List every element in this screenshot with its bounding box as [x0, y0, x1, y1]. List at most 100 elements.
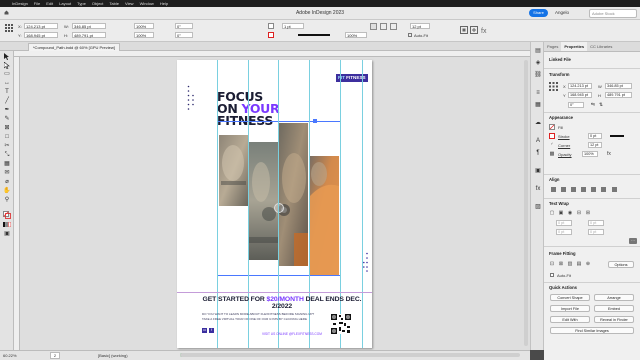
opacity-input[interactable]: 100%	[582, 151, 598, 157]
layers-panel-icon[interactable]: ◈	[534, 60, 542, 67]
flip-vertical-icon[interactable]: ⇅	[598, 102, 604, 108]
center-content-icon[interactable]: ⊕	[585, 261, 591, 267]
menu-app[interactable]: InDesign	[12, 1, 28, 6]
fill-proportionally-icon[interactable]: ▥	[567, 261, 573, 267]
stroke-label[interactable]: Stroke	[558, 134, 570, 139]
autofit-panel-checkbox[interactable]	[550, 273, 554, 277]
find-similar-images-button[interactable]: Find Similar Images	[550, 327, 634, 334]
pasteboard[interactable]: FOCUS ON YOUR FITNESS FIT FITNESS GET ST…	[20, 57, 530, 350]
menu-edit[interactable]: Edit	[46, 1, 53, 6]
view-style[interactable]: [Basic] (working)	[98, 353, 128, 358]
stroke-type-preview[interactable]	[298, 34, 330, 36]
stroke-swatch[interactable]	[268, 32, 274, 38]
body-copy-line-2[interactable]: TAKE A FREE VIRTUAL TOUR OF ONE OF OUR G…	[202, 317, 307, 321]
panel-h-field[interactable]: 489.791 pt	[605, 92, 632, 98]
frame-fit-icon[interactable]	[470, 26, 478, 34]
align-top-icon[interactable]	[581, 187, 586, 192]
wrap-next-column-icon[interactable]: ⊞	[585, 210, 591, 216]
pen-tool-icon[interactable]: ✒	[3, 107, 11, 114]
h-field[interactable]: 489.791 pt	[72, 32, 106, 38]
reference-point-icon[interactable]	[4, 23, 14, 33]
tab-properties[interactable]: Properties	[561, 42, 588, 51]
type-tool-icon[interactable]: T	[3, 89, 11, 96]
panel-w-field[interactable]: 346.85 pt	[605, 83, 632, 89]
direct-selection-tool-icon[interactable]	[3, 61, 11, 70]
zoom-field[interactable]: 100%	[345, 32, 367, 38]
frame-options-button[interactable]: Options	[608, 261, 634, 268]
y-field[interactable]: 168.945 pt	[24, 32, 58, 38]
stroke-swatch-icon[interactable]	[549, 133, 555, 139]
share-button[interactable]: Share	[529, 9, 548, 17]
selection-handle[interactable]	[313, 119, 317, 123]
scissors-tool-icon[interactable]: ✂	[3, 143, 11, 150]
pencil-tool-icon[interactable]: ✎	[3, 116, 11, 123]
corner-icon[interactable]: ◜	[549, 142, 555, 148]
facebook-icon[interactable]: f	[209, 328, 214, 333]
stock-search-input[interactable]: Adobe Stock	[589, 9, 637, 18]
page-tool-icon[interactable]: ▭	[3, 71, 11, 78]
wrap-bounding-icon[interactable]: ▣	[558, 210, 564, 216]
menu-object[interactable]: Object	[92, 1, 104, 6]
apply-color-icon[interactable]	[3, 221, 12, 228]
eyedropper-tool-icon[interactable]: ⌀	[3, 179, 11, 186]
cc-libraries-icon[interactable]: ☁	[534, 120, 542, 127]
scale-x-field[interactable]: 100%	[134, 23, 154, 29]
tab-pages[interactable]: Pages	[544, 42, 561, 51]
fill-swatch[interactable]	[268, 23, 274, 29]
rectangle-tool-icon[interactable]: □	[3, 134, 11, 141]
gradient-tool-icon[interactable]: ▦	[3, 161, 11, 168]
stroke-weight-input[interactable]: 0 pt	[588, 133, 602, 139]
selection-frame[interactable]	[217, 121, 341, 276]
zoom-level[interactable]: 60.22%	[3, 353, 17, 358]
fill-swatch-icon[interactable]	[549, 124, 555, 130]
corner-radius-input[interactable]: 12 pt	[588, 142, 602, 148]
scale-y-field[interactable]: 100%	[134, 32, 154, 38]
links-panel-icon[interactable]: ⛓	[534, 72, 542, 79]
align-center-icon[interactable]	[380, 23, 387, 30]
menu-window[interactable]: Window	[140, 1, 154, 6]
align-top-icon[interactable]	[370, 23, 377, 30]
paragraph-panel-icon[interactable]: ¶	[534, 150, 542, 157]
x-field[interactable]: 124.213 pt	[24, 23, 58, 29]
vertical-scrollbar[interactable]	[524, 60, 528, 346]
align-vcenter-icon[interactable]	[591, 187, 596, 192]
menu-file[interactable]: File	[34, 1, 40, 6]
w-field[interactable]: 346.85 pt	[72, 23, 106, 29]
effects-panel-icon[interactable]: fx	[534, 186, 542, 193]
user-menu[interactable]: Angelo	[555, 10, 569, 15]
free-transform-tool-icon[interactable]: ⤡	[3, 152, 11, 159]
body-copy-line-1[interactable]: DO YOU WANT TO LEARN MORE ABOUT FLEXFITN…	[202, 312, 314, 316]
stroke-style-preview[interactable]	[610, 135, 624, 137]
menu-view[interactable]: View	[125, 1, 134, 6]
fit-frame-content-icon[interactable]: ⊠	[558, 261, 564, 267]
convert-shape-button[interactable]: Convert Shape	[550, 294, 590, 301]
instagram-icon[interactable]: ◘	[202, 328, 207, 333]
more-options-button[interactable]: ···	[629, 238, 637, 244]
embed-button[interactable]: Embed	[594, 305, 634, 312]
align-hcenter-icon[interactable]	[561, 187, 566, 192]
content-grabber-icon[interactable]	[274, 203, 284, 213]
page-number-field[interactable]: 2	[50, 352, 60, 359]
wrap-left-offset[interactable]: 0 pt	[588, 220, 604, 226]
stroke-panel-icon[interactable]: ≡	[534, 90, 542, 97]
effects-icon[interactable]: fx	[480, 26, 488, 35]
wrap-none-icon[interactable]: ▢	[549, 210, 555, 216]
text-wrap-icon[interactable]	[460, 26, 468, 34]
menu-help[interactable]: Help	[160, 1, 168, 6]
horizontal-scrollbar[interactable]	[180, 353, 520, 357]
flip-horizontal-icon[interactable]: ⇋	[590, 102, 596, 108]
menu-layout[interactable]: Layout	[59, 1, 71, 6]
fill-stroke-icon[interactable]	[3, 211, 11, 219]
align-left-icon[interactable]	[551, 187, 556, 192]
opacity-label[interactable]: Opacity	[558, 152, 572, 157]
website-url[interactable]: VISIT US ONLINE @FLEXFITNESS.COM	[262, 332, 322, 336]
autofit-checkbox[interactable]	[408, 33, 412, 37]
reveal-in-finder-button[interactable]: Reveal in Finder	[594, 316, 634, 323]
panel-x-field[interactable]: 124.213 pt	[568, 83, 592, 89]
arrange-button[interactable]: Arrange	[594, 294, 634, 301]
cta-headline[interactable]: GET STARTED FOR $20/MONTH DEAL ENDS DEC.…	[202, 296, 362, 310]
wrap-right-offset[interactable]: 0 pt	[588, 229, 604, 235]
wrap-top-offset[interactable]: 0 pt	[556, 220, 572, 226]
note-tool-icon[interactable]: ✉	[3, 170, 11, 177]
fit-proportionally-icon[interactable]: ▤	[576, 261, 582, 267]
